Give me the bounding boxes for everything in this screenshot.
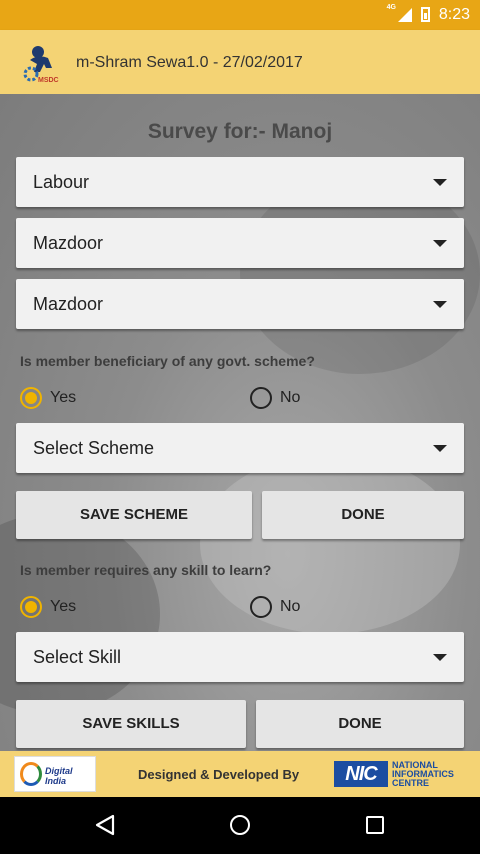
dropdown-arrow-icon (433, 445, 447, 452)
radio-label: Yes (50, 598, 77, 615)
app-title: m-Shram Sewa1.0 - 27/02/2017 (76, 54, 303, 71)
radio-label: Yes (50, 389, 77, 406)
category-spinner[interactable]: Labour (16, 157, 464, 207)
navigation-bar (0, 797, 480, 854)
recent-apps-icon[interactable] (366, 816, 384, 834)
skill-question: Is member requires any skill to learn? (20, 562, 272, 578)
dropdown-arrow-icon (433, 179, 447, 186)
scheme-question: Is member beneficiary of any govt. schem… (20, 353, 315, 369)
battery-icon (421, 7, 430, 22)
digital-india-swirl-icon (20, 762, 42, 786)
nic-name: NATIONAL INFORMATICS CENTRE (392, 761, 454, 788)
network-type: 4G (386, 4, 396, 11)
done-skills-button[interactable]: DONE (256, 700, 464, 748)
spinner-value: Select Skill (33, 647, 122, 667)
spinner-value: Mazdoor (33, 233, 104, 253)
back-icon[interactable] (94, 814, 116, 836)
sub-occupation-spinner[interactable]: Mazdoor (16, 279, 464, 329)
home-icon[interactable] (230, 815, 250, 835)
background-decoration (200, 454, 460, 634)
nic-line: CENTRE (392, 778, 430, 788)
radio-unchecked-icon (250, 596, 272, 618)
survey-form: Survey for:- Manoj Labour Mazdoor Mazdoo… (0, 94, 480, 751)
dropdown-arrow-icon (433, 240, 447, 247)
occupation-spinner[interactable]: Mazdoor (16, 218, 464, 268)
survey-title: Survey for:- Manoj (147, 120, 333, 143)
dropdown-arrow-icon (433, 654, 447, 661)
digital-india-logo: Digital India (14, 756, 96, 792)
radio-unchecked-icon (250, 387, 272, 409)
done-scheme-button[interactable]: DONE (262, 491, 464, 539)
nic-mark: NIC (334, 761, 388, 787)
spinner-value: Select Scheme (33, 438, 155, 458)
radio-label: No (280, 389, 301, 406)
scheme-spinner[interactable]: Select Scheme (16, 423, 464, 473)
status-bar: 4G 8:23 (0, 0, 480, 30)
radio-checked-icon (20, 387, 42, 409)
radio-checked-icon (20, 596, 42, 618)
save-skills-button[interactable]: SAVE SKILLS (16, 700, 246, 748)
dropdown-arrow-icon (433, 301, 447, 308)
spinner-value: Labour (33, 172, 90, 192)
logo-text: MSDC (38, 77, 59, 84)
spinner-value: Mazdoor (33, 294, 104, 314)
designed-by-label: Designed & Developed By (138, 767, 300, 782)
skill-spinner[interactable]: Select Skill (16, 632, 464, 682)
clock: 8:23 (438, 6, 470, 23)
mssdc-logo-icon: MSDC (20, 38, 66, 84)
digital-india-text: Digital India (45, 766, 73, 786)
save-scheme-button[interactable]: SAVE SCHEME (16, 491, 252, 539)
signal-icon (398, 8, 412, 22)
footer: Digital India Designed & Developed By NI… (0, 751, 480, 797)
app-bar: MSDC m-Shram Sewa1.0 - 27/02/2017 (0, 30, 480, 94)
nic-logo: NIC NATIONAL INFORMATICS CENTRE (334, 759, 474, 791)
radio-label: No (280, 598, 301, 615)
